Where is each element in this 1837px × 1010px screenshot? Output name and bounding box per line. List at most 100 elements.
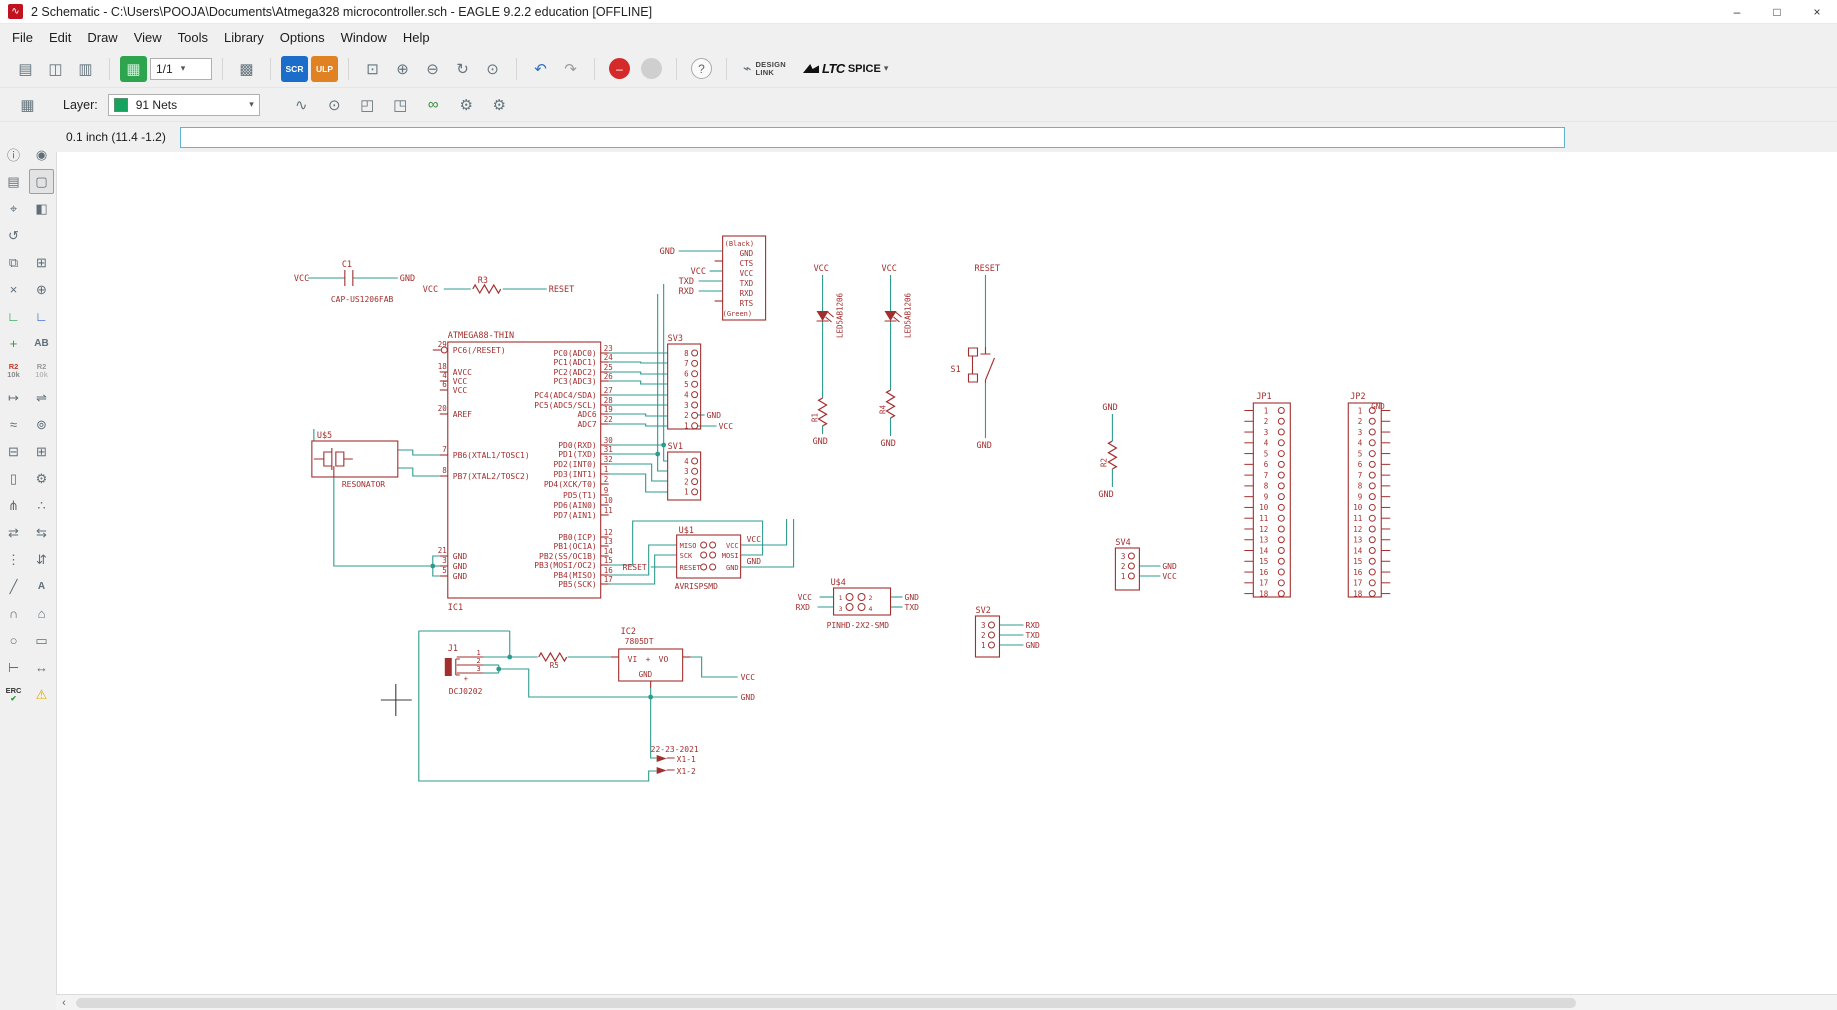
gear-icon[interactable]: ⚙ (453, 92, 480, 118)
scroll-left-icon[interactable]: ‹ (56, 997, 72, 1009)
zoom-out-button[interactable]: ⊖ (419, 56, 446, 82)
rect-tool[interactable]: ▭ (29, 628, 54, 653)
group-tool[interactable]: ▢ (29, 169, 54, 194)
copy-group-tool[interactable]: ⊟ (1, 439, 26, 464)
swap-layer-tool[interactable]: ⇵ (29, 547, 54, 572)
replace-tool[interactable]: ⇄ (1, 520, 26, 545)
svg-text:8: 8 (684, 349, 689, 358)
print-button[interactable]: ▥ (72, 56, 99, 82)
polygon-tool[interactable]: ⌂ (29, 601, 54, 626)
gear-alt-icon[interactable]: ⚙ (486, 92, 513, 118)
array-tool[interactable]: ⋮ (1, 547, 26, 572)
errors-tool[interactable]: ⚠ (29, 682, 54, 707)
svg-text:LED5AB1206: LED5AB1206 (836, 292, 845, 338)
minimize-button[interactable]: – (1717, 0, 1757, 24)
svg-text:R1: R1 (811, 413, 820, 422)
sheet-selector[interactable]: 1/1 ▾ (150, 57, 212, 80)
dimension-tool[interactable]: ⊢ (1, 655, 26, 680)
grid-button[interactable]: ▦ (14, 92, 41, 118)
design-link-button[interactable]: ⌁ DESIGN LINK (743, 60, 786, 77)
command-input[interactable] (179, 126, 1565, 148)
menu-help[interactable]: Help (395, 26, 438, 49)
gateswap-tool[interactable]: ⇆ (29, 520, 54, 545)
display-tool[interactable]: ▤ (1, 169, 26, 194)
erc-tool[interactable]: ERC ✔ (1, 682, 26, 707)
paste-group-tool[interactable]: ⊞ (29, 439, 54, 464)
toolbar-separator (676, 57, 677, 80)
zoom-redraw-button[interactable]: ↻ (449, 56, 476, 82)
probe-icon[interactable]: ⊙ (321, 92, 348, 118)
svg-text:2: 2 (1264, 417, 1269, 426)
info-tool[interactable]: ⓘ (1, 142, 26, 167)
measure-tool[interactable]: ↔ (29, 655, 54, 680)
split-tool[interactable]: ⋔ (1, 493, 26, 518)
redo-button[interactable]: ↷ (557, 56, 584, 82)
ltc-spice-button[interactable]: LTC SPICE ▾ (803, 61, 888, 76)
menu-file[interactable]: File (4, 26, 41, 49)
pinswap-tool[interactable]: ⇌ (29, 385, 54, 410)
delete-tool[interactable]: × (1, 277, 26, 302)
text-tool[interactable]: A (29, 574, 54, 599)
schematic-canvas[interactable]: 8 7 6 5 4 3 2 1 4 3 2 1 3 2 1 3 2 1 1 2 3 4 5 6 7 8 9 10 11 12 13 14 15 1… (56, 152, 1837, 994)
move-tool[interactable]: ⌖ (1, 196, 26, 221)
line-tool[interactable]: ╱ (1, 574, 26, 599)
horizontal-scrollbar[interactable]: ‹ (56, 994, 1837, 1010)
close-button[interactable]: × (1797, 0, 1837, 24)
ulp-button[interactable]: ULP (311, 55, 338, 82)
open-button[interactable]: ▤ (12, 56, 39, 82)
maximize-button[interactable]: □ (1757, 0, 1797, 24)
invoke-tool[interactable]: ↦ (1, 385, 26, 410)
menu-edit[interactable]: Edit (41, 26, 79, 49)
svg-text:29: 29 (438, 340, 447, 349)
label-tool[interactable]: AB (29, 331, 54, 356)
save-button[interactable]: ◫ (42, 56, 69, 82)
value-tool[interactable]: R2 10k (29, 358, 54, 383)
zoom-in-button[interactable]: ⊕ (389, 56, 416, 82)
trash-tool[interactable]: ▯ (1, 466, 26, 491)
zoom-select-button[interactable]: ⊙ (479, 56, 506, 82)
run-button[interactable] (641, 58, 662, 79)
net-tool[interactable]: ∟ (1, 304, 26, 329)
undo-button[interactable]: ↶ (527, 56, 554, 82)
menu-window[interactable]: Window (333, 26, 395, 49)
menu-view[interactable]: View (126, 26, 170, 49)
frame-alt-icon[interactable]: ◳ (387, 92, 414, 118)
scrollbar-thumb[interactable] (76, 997, 1576, 1008)
options-tool[interactable]: ∴ (29, 493, 54, 518)
menu-tools[interactable]: Tools (170, 26, 216, 49)
svg-text:3: 3 (981, 621, 986, 630)
menu-options[interactable]: Options (272, 26, 333, 49)
add-part-tool[interactable]: ⊕ (29, 277, 54, 302)
scr-button[interactable]: SCR (281, 55, 308, 82)
circle-tool[interactable]: ○ (1, 628, 26, 653)
copy-tool[interactable]: ⧉ (1, 250, 26, 275)
link-add-icon[interactable]: ∞ (420, 92, 447, 118)
help-button[interactable]: ? (691, 58, 712, 79)
ltc-logo-icon (803, 64, 819, 73)
junction-tool[interactable]: + (1, 331, 26, 356)
frame-icon[interactable]: ◰ (354, 92, 381, 118)
zoom-fit-button[interactable]: ⊡ (359, 56, 386, 82)
mirror-tool[interactable]: ◧ (29, 196, 54, 221)
sch-brd-button[interactable]: ▦ (120, 55, 147, 82)
tag-tool[interactable]: ⊚ (29, 412, 54, 437)
svg-text:7: 7 (1264, 471, 1269, 480)
rotate-tool[interactable]: ↺ (1, 223, 26, 248)
arc-tool[interactable]: ∩ (1, 601, 26, 626)
svg-text:17: 17 (1353, 579, 1362, 588)
svg-text:ADC6: ADC6 (577, 410, 596, 419)
signal-icon[interactable]: ∿ (288, 92, 315, 118)
grid-settings-button[interactable]: ▩ (233, 56, 260, 82)
bus-tool[interactable]: ∟ (29, 304, 54, 329)
change-tool[interactable]: ⊞ (29, 250, 54, 275)
wrench-tool[interactable]: ⚙ (29, 466, 54, 491)
show-tool[interactable]: ◉ (29, 142, 54, 167)
menu-library[interactable]: Library (216, 26, 272, 49)
svg-text:30: 30 (604, 436, 614, 445)
svg-text:TXD: TXD (905, 603, 920, 612)
smash-tool[interactable]: ≈ (1, 412, 26, 437)
layer-selector[interactable]: 91 Nets ▾ (107, 93, 260, 116)
stop-button[interactable]: – (609, 58, 630, 79)
menu-draw[interactable]: Draw (79, 26, 125, 49)
name-tool[interactable]: R2 10k (1, 358, 26, 383)
